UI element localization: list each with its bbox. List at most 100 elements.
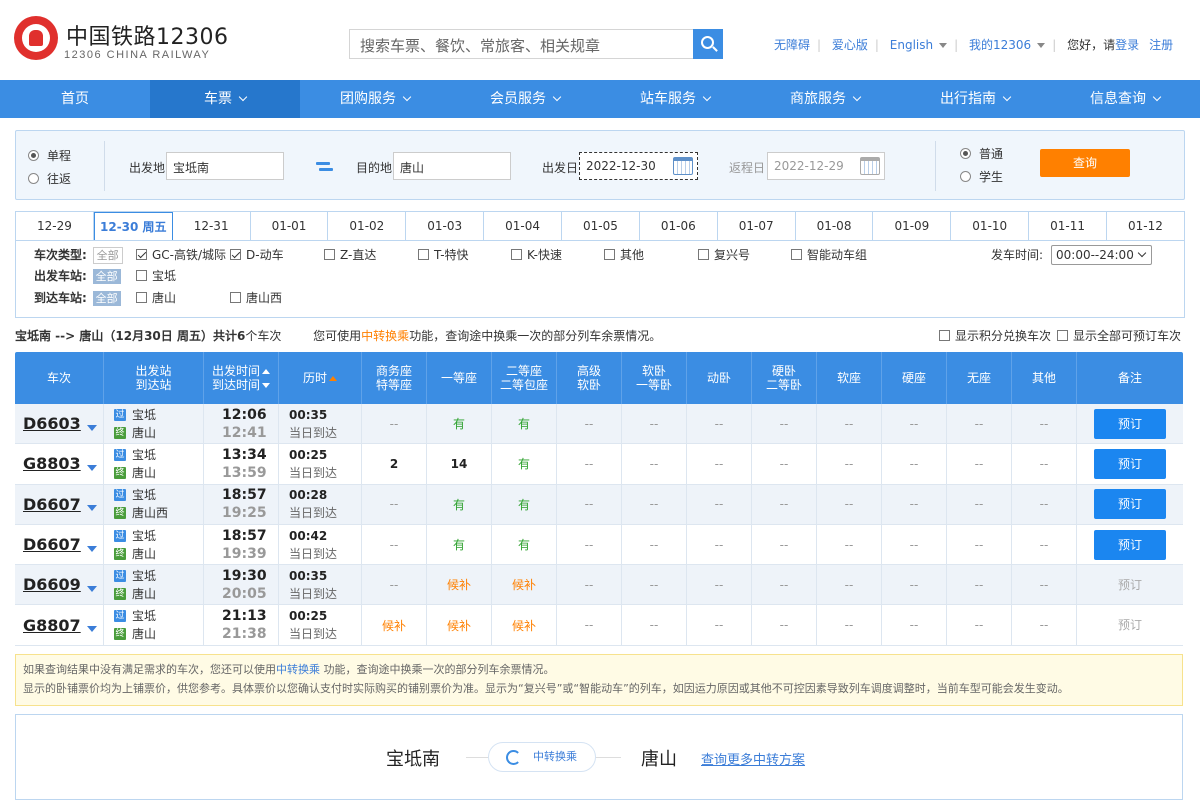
arr-station-checkbox[interactable]: 唐山西 — [230, 289, 282, 307]
col-time-sort[interactable]: 出发时间 到达时间 — [204, 352, 279, 404]
brand-title[interactable]: 中国铁路12306 — [66, 19, 229, 51]
date-tab[interactable]: 01-12 — [1107, 212, 1184, 240]
nav-business[interactable]: 商旅服务 — [750, 80, 900, 118]
train-number-link[interactable]: D6607 — [23, 495, 81, 514]
nav-info[interactable]: 信息查询 — [1050, 80, 1200, 118]
train-number-link[interactable]: D6607 — [23, 535, 81, 554]
dep-station-checkbox[interactable]: 宝坻 — [136, 267, 176, 285]
chevron-down-icon[interactable] — [939, 43, 948, 48]
book-button[interactable]: 预订 — [1094, 489, 1166, 520]
nav-tickets[interactable]: 车票 — [150, 80, 300, 118]
date-tab[interactable]: 01-05 — [562, 212, 640, 240]
seat-cell[interactable]: 有 — [427, 524, 492, 565]
type-smart-checkbox[interactable]: 智能动车组 — [791, 246, 867, 264]
expand-stops-icon[interactable] — [86, 626, 97, 633]
date-tab[interactable]: 01-09 — [873, 212, 952, 240]
expand-stops-icon[interactable] — [86, 464, 97, 471]
nav-guide[interactable]: 出行指南 — [900, 80, 1050, 118]
calendar-icon[interactable] — [673, 157, 693, 175]
date-tab[interactable]: 01-03 — [406, 212, 485, 240]
expand-stops-icon[interactable] — [86, 545, 97, 552]
train-number-link[interactable]: D6609 — [23, 575, 81, 594]
transfer-link[interactable]: 中转换乘 — [361, 329, 409, 343]
site-search-input[interactable]: 搜索车票、餐饮、常旅客、相关规章 — [349, 29, 693, 59]
seat-cell[interactable]: 候补 — [427, 565, 492, 605]
seat-cell[interactable]: 2 — [362, 444, 427, 484]
date-tab[interactable]: 01-04 — [484, 212, 563, 240]
expand-stops-icon[interactable] — [86, 585, 97, 592]
date-tab[interactable]: 01-06 — [639, 212, 718, 240]
login-link[interactable]: 登录 — [1115, 38, 1139, 52]
seat-cell[interactable]: 有 — [427, 404, 492, 444]
expand-stops-icon[interactable] — [86, 505, 97, 512]
chevron-down-icon[interactable] — [1037, 43, 1046, 48]
book-button[interactable]: 预订 — [1094, 529, 1166, 560]
seat-cell[interactable]: 有 — [492, 484, 557, 524]
search-button[interactable] — [693, 29, 723, 59]
seat-cell[interactable]: 有 — [492, 524, 557, 565]
show-points-checkbox[interactable]: 显示积分兑换车次 — [939, 327, 1051, 344]
type-t-checkbox[interactable]: T-特快 — [418, 246, 469, 264]
seat-cell[interactable]: 有 — [492, 444, 557, 484]
nav-group[interactable]: 团购服务 — [300, 80, 450, 118]
nav-station[interactable]: 站车服务 — [600, 80, 750, 118]
accessible-link[interactable]: 无障碍 — [774, 38, 810, 52]
col-duration-sort[interactable]: 历时 — [279, 352, 362, 404]
type-fuxing-checkbox[interactable]: 复兴号 — [698, 246, 750, 264]
dep-all-button[interactable]: 全部 — [92, 269, 121, 284]
date-tab[interactable]: 01-01 — [250, 212, 329, 240]
seat-cell[interactable]: 候补 — [492, 605, 557, 645]
date-tab[interactable]: 01-11 — [1029, 212, 1108, 240]
date-tab[interactable]: 01-10 — [951, 212, 1030, 240]
expand-stops-icon[interactable] — [86, 424, 97, 431]
to-station-input[interactable]: 唐山 — [393, 152, 511, 180]
seat-cell[interactable]: 候补 — [362, 605, 427, 645]
type-k-checkbox[interactable]: K-快速 — [511, 246, 562, 264]
calendar-icon[interactable] — [860, 157, 880, 175]
arr-station-checkbox[interactable]: 唐山 — [136, 289, 176, 307]
type-z-checkbox[interactable]: Z-直达 — [324, 246, 376, 264]
date-tab[interactable]: 01-02 — [328, 212, 407, 240]
transfer-button[interactable]: 中转换乘 — [488, 742, 596, 772]
care-version-link[interactable]: 爱心版 — [832, 38, 868, 52]
train-number-link[interactable]: G8807 — [23, 616, 81, 635]
date-tab[interactable]: 12-29 — [16, 212, 94, 240]
date-tab[interactable]: 01-07 — [717, 212, 796, 240]
roundtrip-radio[interactable]: 往返 — [28, 170, 71, 187]
book-button[interactable]: 预订 — [1094, 408, 1166, 439]
normal-radio[interactable]: 普通 — [960, 145, 1003, 162]
notice-transfer-link[interactable]: 中转换乘 — [276, 663, 320, 676]
depart-time-select[interactable]: 00:00--24:00 — [1051, 245, 1152, 265]
my12306-link[interactable]: 我的12306 — [969, 38, 1031, 52]
type-other-checkbox[interactable]: 其他 — [604, 246, 644, 264]
seat-cell[interactable]: 候补 — [492, 565, 557, 605]
depart-date-input[interactable]: 2022-12-30 — [579, 152, 698, 180]
type-gc-checkbox[interactable]: GC-高铁/城际 — [136, 246, 226, 264]
date-tab-active[interactable]: 12-30 周五 — [93, 212, 173, 240]
date-tab[interactable]: 01-08 — [795, 212, 874, 240]
more-transfer-link[interactable]: 查询更多中转方案 — [701, 749, 805, 768]
query-button[interactable]: 查询 — [1040, 149, 1130, 177]
type-all-button[interactable]: 全部 — [92, 247, 123, 264]
oneway-radio[interactable]: 单程 — [28, 147, 71, 164]
from-station-input[interactable]: 宝坻南 — [166, 152, 284, 180]
show-all-checkbox[interactable]: 显示全部可预订车次 — [1057, 327, 1181, 344]
seat-cell[interactable]: 有 — [427, 484, 492, 524]
book-button[interactable]: 预订 — [1094, 448, 1166, 479]
register-link[interactable]: 注册 — [1149, 38, 1173, 52]
arr-all-button[interactable]: 全部 — [92, 291, 121, 306]
railway-logo-icon[interactable] — [14, 16, 58, 60]
type-d-checkbox[interactable]: D-动车 — [230, 246, 284, 264]
seat-cell[interactable]: 有 — [492, 404, 557, 444]
seat-cell[interactable]: 14 — [427, 444, 492, 484]
student-radio[interactable]: 学生 — [960, 168, 1003, 185]
nav-member[interactable]: 会员服务 — [450, 80, 600, 118]
swap-stations-icon[interactable] — [316, 159, 334, 173]
date-tab[interactable]: 12-31 — [172, 212, 251, 240]
english-link[interactable]: English — [890, 38, 933, 52]
train-number-link[interactable]: G8803 — [23, 454, 81, 473]
train-number-link[interactable]: D6603 — [23, 414, 81, 433]
seat-cell[interactable]: 候补 — [427, 605, 492, 645]
return-date-input[interactable]: 2022-12-29 — [767, 152, 885, 180]
nav-home[interactable]: 首页 — [0, 80, 150, 118]
